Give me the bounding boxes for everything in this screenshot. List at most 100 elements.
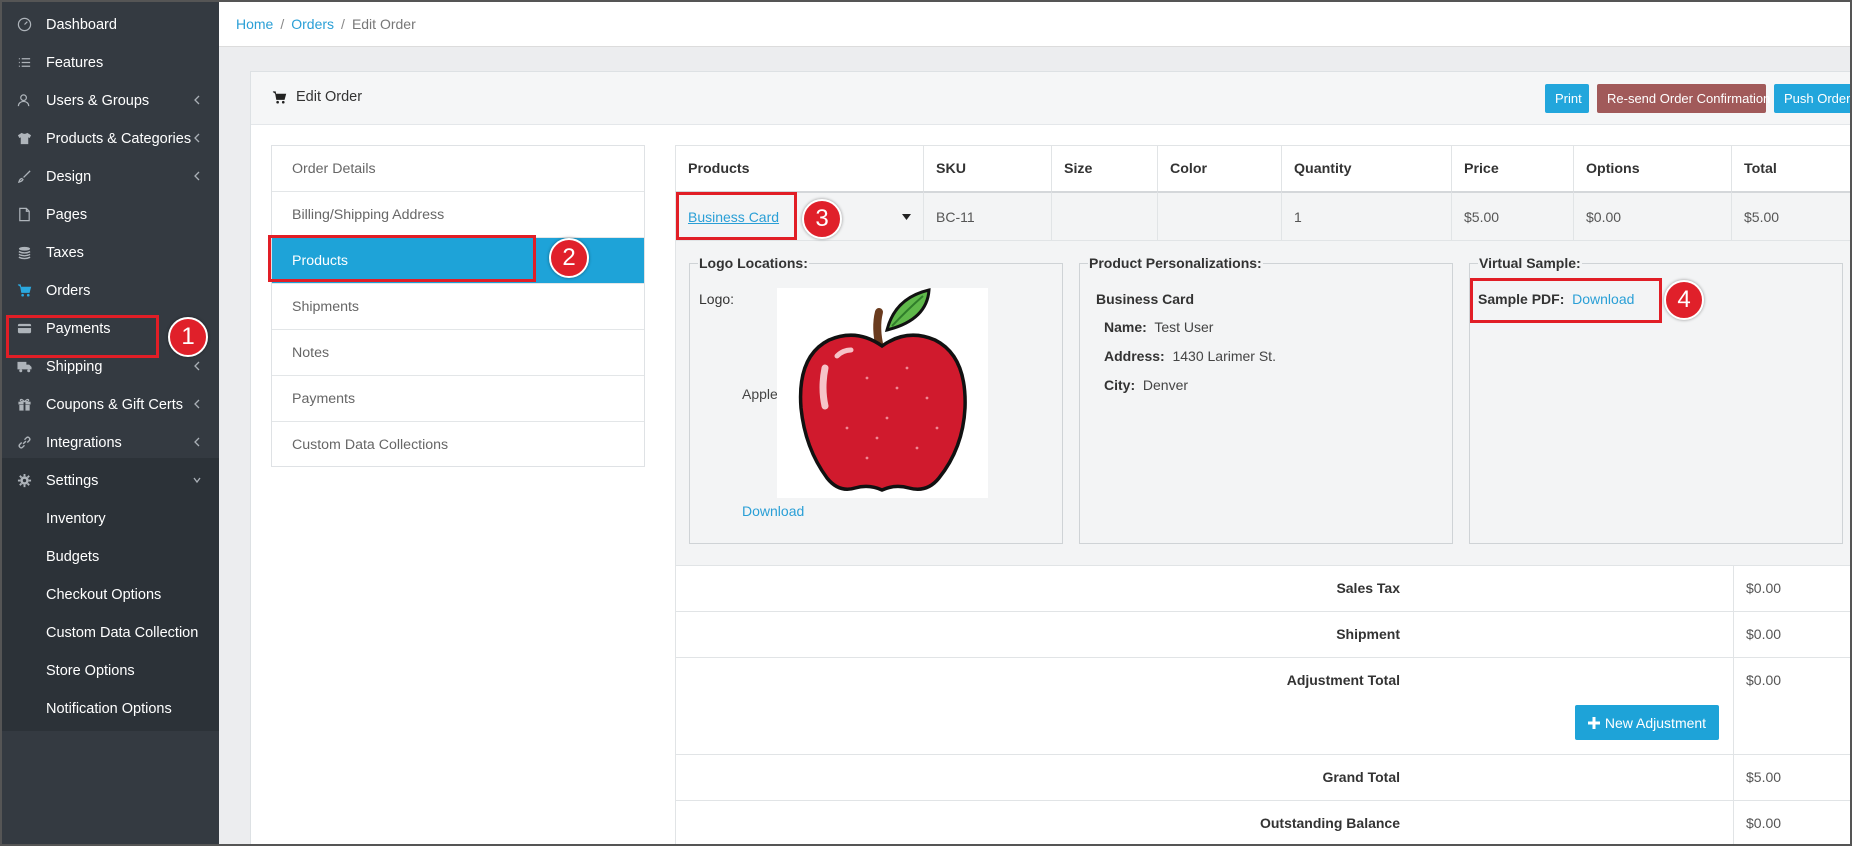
products-table: Products SKU Size Color Quantity Price O… xyxy=(675,145,1850,240)
step-badge-2: 2 xyxy=(549,238,589,278)
breadcrumb-orders-link[interactable]: Orders xyxy=(291,16,334,32)
sidebar-item-label: Integrations xyxy=(46,434,122,451)
tab-custom-data-collections[interactable]: Custom Data Collections xyxy=(272,422,644,468)
sidebar-item-label: Checkout Options xyxy=(46,586,162,603)
personalization-product: Business Card xyxy=(1096,291,1195,307)
column-header: Products xyxy=(675,145,923,191)
table-cell-size xyxy=(1051,191,1157,240)
logo-locations-fieldset: Logo Locations: Logo: Apple Download xyxy=(689,255,1063,544)
sales-tax-label: Sales Tax xyxy=(1336,580,1400,596)
sidebar-item-label: Dashboard xyxy=(46,16,117,33)
grand-total-label: Grand Total xyxy=(1322,769,1400,785)
fieldset-legend: Virtual Sample: xyxy=(1478,255,1582,271)
highlight-box-business-card xyxy=(676,192,797,240)
logo-label: Logo: xyxy=(699,291,735,307)
column-divider xyxy=(1733,755,1734,800)
top-bar: Home / Orders / Edit Order xyxy=(219,2,1850,47)
personalization-field: City: Denver xyxy=(1104,377,1188,393)
sidebar-item-label: Taxes xyxy=(46,244,84,261)
column-divider xyxy=(1733,612,1734,657)
column-header: Price xyxy=(1451,145,1573,191)
plus-icon xyxy=(1587,716,1600,729)
resend-confirmation-button[interactable]: Re-send Order Confirmation xyxy=(1597,84,1770,113)
sidebar-item-label: Custom Data Collection xyxy=(46,624,199,641)
outstanding-balance-row: Outstanding Balance $0.00 xyxy=(675,800,1850,844)
field-label: Name: xyxy=(1104,319,1147,335)
sales-tax-row: Sales Tax $0.00 xyxy=(675,565,1850,611)
dashboard-icon xyxy=(2,17,46,32)
fieldset-legend: Product Personalizations: xyxy=(1088,255,1263,271)
sidebar-item-label: Features xyxy=(46,54,104,71)
tab-shipments[interactable]: Shipments xyxy=(272,284,644,330)
outstanding-balance-value: $0.00 xyxy=(1746,815,1782,831)
shipment-row: Shipment $0.00 xyxy=(675,611,1850,657)
chevron-down-icon xyxy=(193,477,201,484)
column-header: Total xyxy=(1731,145,1850,191)
table-cell-sku: BC-11 xyxy=(923,191,1051,240)
breadcrumb-home-link[interactable]: Home xyxy=(236,16,273,32)
new-adjustment-button[interactable]: New Adjustment xyxy=(1575,705,1719,740)
column-header: Quantity xyxy=(1281,145,1451,191)
chevron-left-icon xyxy=(194,437,200,447)
sidebar-item-label: Users & Groups xyxy=(46,92,150,109)
card-header: Edit Order Print Re-send Order Confirmat… xyxy=(251,72,1850,125)
tab-billing-shipping[interactable]: Billing/Shipping Address xyxy=(272,192,644,238)
highlight-box-sample-download xyxy=(1470,278,1662,323)
column-divider xyxy=(1733,801,1734,844)
coins-icon xyxy=(2,245,46,260)
sidebar-item-notification-options[interactable]: Notification Options xyxy=(2,686,219,731)
link-icon xyxy=(2,435,46,450)
cart-icon xyxy=(272,90,287,103)
field-value: Test User xyxy=(1154,319,1214,335)
sidebar-item-label: Pages xyxy=(46,206,88,223)
logo-name: Apple xyxy=(742,386,778,402)
tab-payments[interactable]: Payments xyxy=(272,376,644,422)
sidebar: Dashboard Features Users & Groups Produc… xyxy=(2,2,219,844)
personalizations-fieldset: Product Personalizations: Business Card … xyxy=(1079,255,1453,544)
breadcrumb-current: Edit Order xyxy=(351,16,416,32)
field-label: Address: xyxy=(1104,348,1165,364)
tab-order-details[interactable]: Order Details xyxy=(272,146,644,192)
adjustment-value: $0.00 xyxy=(1746,672,1782,688)
brush-icon xyxy=(2,169,46,184)
personalization-field: Address: 1430 Larimer St. xyxy=(1104,348,1276,364)
shirt-icon xyxy=(2,131,46,146)
table-cell-price: $5.00 xyxy=(1451,191,1573,240)
users-icon xyxy=(2,93,46,108)
sidebar-item-label: Inventory xyxy=(46,510,106,527)
step-badge-3: 3 xyxy=(802,199,842,239)
column-divider xyxy=(1733,658,1734,754)
column-header: SKU xyxy=(923,145,1051,191)
sidebar-item-label: Store Options xyxy=(46,662,135,679)
file-icon xyxy=(2,207,46,222)
adjustment-label: Adjustment Total xyxy=(1286,672,1400,688)
new-adjustment-label: New Adjustment xyxy=(1604,714,1707,731)
column-divider xyxy=(1733,566,1734,611)
column-header: Options xyxy=(1573,145,1731,191)
sidebar-item-label: Settings xyxy=(46,472,99,489)
field-label: City: xyxy=(1104,377,1136,393)
caret-down-icon[interactable] xyxy=(902,214,911,220)
chevron-left-icon xyxy=(194,95,200,105)
chevron-left-icon xyxy=(194,399,200,409)
sales-tax-value: $0.00 xyxy=(1746,580,1782,596)
card-title: Edit Order xyxy=(271,89,362,105)
shipment-label: Shipment xyxy=(1336,626,1400,642)
cart-icon xyxy=(2,283,46,298)
logo-download-link[interactable]: Download xyxy=(742,503,804,519)
tab-notes[interactable]: Notes xyxy=(272,330,644,376)
sidebar-item-label: Orders xyxy=(46,282,91,299)
column-header: Color xyxy=(1157,145,1281,191)
breadcrumb-separator: / xyxy=(280,16,285,32)
sidebar-item-label: Notification Options xyxy=(46,700,172,717)
push-order-button[interactable]: Push Order xyxy=(1774,84,1850,113)
print-button[interactable]: Print xyxy=(1545,84,1589,113)
apple-logo-image xyxy=(777,288,988,498)
fieldset-legend: Logo Locations: xyxy=(698,255,809,271)
breadcrumb-separator: / xyxy=(341,16,345,32)
sidebar-item-label: Design xyxy=(46,168,92,185)
list-icon xyxy=(2,55,46,70)
shipment-value: $0.00 xyxy=(1746,626,1782,642)
grand-total-row: Grand Total $5.00 xyxy=(675,754,1850,800)
grand-total-value: $5.00 xyxy=(1746,769,1782,785)
